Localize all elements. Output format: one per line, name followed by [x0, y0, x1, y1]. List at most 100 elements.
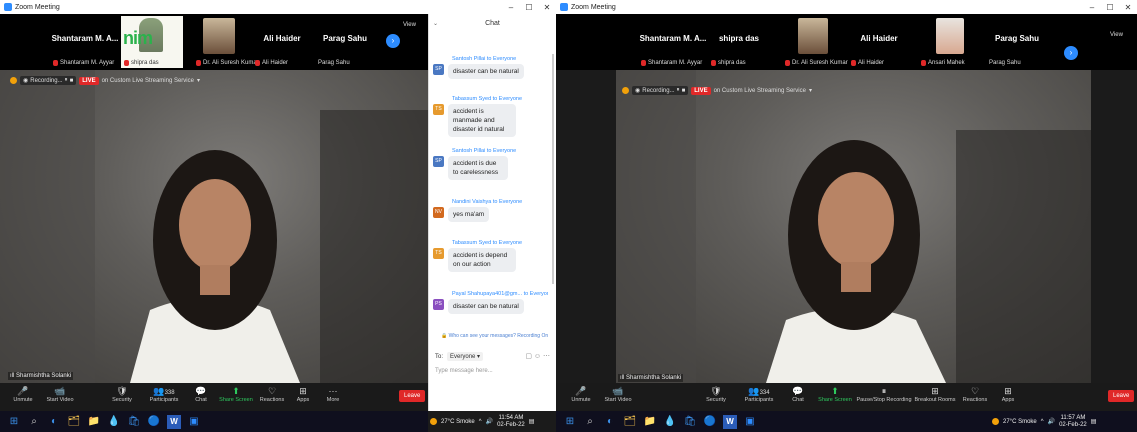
message-sender[interactable]: Tabassum Syed to Everyone: [433, 96, 548, 102]
security-button[interactable]: 🛡 Security: [696, 383, 736, 403]
participant-tile[interactable]: Ali Haider Ali Haider: [848, 16, 910, 68]
participant-tile[interactable]: Parag Sahu Parag Sahu: [986, 16, 1048, 68]
message-sender[interactable]: Santosh Pillai to Everyone: [433, 56, 548, 62]
chat-input[interactable]: Type message here...: [435, 368, 493, 374]
stop-icon[interactable]: ■: [70, 78, 74, 84]
recipient-dropdown[interactable]: Everyone ▾: [447, 352, 484, 361]
zoom-taskbar-icon[interactable]: ▣: [184, 411, 204, 432]
participant-tile[interactable]: Ali Haider Ali Haider: [252, 16, 312, 68]
notification-icon[interactable]: ▤: [1091, 418, 1097, 425]
notification-icon[interactable]: ▤: [529, 418, 535, 425]
live-service-label[interactable]: on Custom Live Streaming Service: [102, 78, 194, 84]
maximize-button[interactable]: ☐: [1101, 3, 1119, 12]
live-service-label[interactable]: on Custom Live Streaming Service: [714, 88, 806, 94]
leave-button[interactable]: Leave: [399, 390, 426, 402]
close-button[interactable]: ✕: [1119, 3, 1137, 12]
start-video-button[interactable]: 📹 Start Video: [598, 383, 638, 403]
message-sender[interactable]: Payal Shahupaya401@gm... to Everyone: [433, 291, 548, 297]
next-page-chevron-icon[interactable]: ›: [1064, 46, 1078, 60]
share-screen-button[interactable]: ⬆ Share Screen: [216, 383, 256, 403]
chevron-down-icon[interactable]: ⌄: [433, 14, 438, 34]
minimize-button[interactable]: –: [1083, 3, 1101, 12]
maximize-button[interactable]: ☐: [520, 3, 538, 12]
weather-text[interactable]: 27°C Smoke: [1003, 419, 1037, 425]
tray-chevron-icon[interactable]: ^: [1041, 419, 1044, 425]
weather-text[interactable]: 27°C Smoke: [441, 419, 475, 425]
participant-tile[interactable]: shipra das shipra das: [708, 16, 770, 68]
word-icon[interactable]: W: [167, 414, 181, 429]
breakout-rooms-button[interactable]: ⊞ Breakout Rooms: [912, 383, 958, 403]
water-drop-icon[interactable]: 💧: [660, 411, 680, 432]
file-icon[interactable]: ▢: [525, 353, 532, 360]
chevron-down-icon[interactable]: ▾: [809, 87, 812, 94]
view-button[interactable]: View: [403, 22, 416, 28]
word-icon[interactable]: W: [723, 414, 737, 429]
zoom-taskbar-icon[interactable]: ▣: [740, 411, 760, 432]
store-icon[interactable]: 🛍: [680, 411, 700, 432]
message-sender[interactable]: Santosh Pillai to Everyone: [433, 148, 548, 154]
reactions-button[interactable]: ♡ Reactions: [958, 383, 992, 403]
apps-button[interactable]: ⊞ Apps: [288, 383, 318, 403]
participant-tile[interactable]: Ansari Mahek: [918, 16, 980, 68]
reactions-button[interactable]: ♡ Reactions: [256, 383, 288, 403]
minimize-button[interactable]: –: [502, 3, 520, 12]
folder-icon[interactable]: 📁: [84, 411, 104, 432]
stop-icon[interactable]: ■: [682, 88, 686, 94]
more-icon[interactable]: ⋯: [543, 353, 550, 360]
folder-icon[interactable]: 📁: [640, 411, 660, 432]
pause-icon[interactable]: ⏸: [677, 87, 680, 94]
participants-button[interactable]: 👥334 Participants: [736, 383, 782, 403]
pause-recording-button[interactable]: ⏸ Pause/Stop Recording: [856, 383, 912, 403]
view-button[interactable]: View: [1110, 32, 1123, 38]
participant-tile[interactable]: nim shipra das: [121, 16, 183, 68]
store-icon[interactable]: 🛍: [124, 411, 144, 432]
more-button[interactable]: ··· More: [318, 383, 348, 403]
participant-tile[interactable]: Shantaram M. A... Shantaram M. Ayyar: [638, 16, 708, 68]
chat-button[interactable]: 💬 Chat: [186, 383, 216, 403]
tray-chevron-icon[interactable]: ^: [479, 419, 482, 425]
pause-icon[interactable]: ⏸: [65, 77, 68, 84]
chrome-icon[interactable]: 🔵: [700, 411, 720, 432]
start-video-button[interactable]: 📹 Start Video: [40, 383, 80, 403]
chat-button[interactable]: 💬 Chat: [782, 383, 814, 403]
recording-indicator[interactable]: ◉ Recording... ⏸ ■: [20, 76, 77, 85]
share-screen-button[interactable]: ⬆ Share Screen: [814, 383, 856, 403]
water-drop-icon[interactable]: 💧: [104, 411, 124, 432]
chrome-icon[interactable]: 🔵: [144, 411, 164, 432]
live-badge[interactable]: LIVE: [79, 76, 99, 85]
next-page-chevron-icon[interactable]: ›: [386, 34, 400, 48]
clock-date[interactable]: 02-Feb-22: [497, 422, 525, 429]
search-icon[interactable]: ⌕: [24, 411, 44, 432]
unmute-button[interactable]: 🎤 Unmute: [564, 383, 598, 403]
clock-time[interactable]: 11:54 AM: [498, 415, 523, 422]
chat-scrollbar[interactable]: [552, 54, 554, 284]
participants-button[interactable]: 👥338 Participants: [142, 383, 186, 403]
chevron-down-icon[interactable]: ▾: [197, 77, 200, 84]
message-sender[interactable]: Nandini Vaishya to Everyone: [433, 199, 548, 205]
recording-indicator[interactable]: ◉ Recording... ⏸ ■: [632, 86, 689, 95]
file-manager-icon[interactable]: 🗂: [64, 411, 84, 432]
close-button[interactable]: ✕: [538, 3, 556, 12]
participant-tile[interactable]: Dr. Ali Suresh Kumar: [782, 16, 848, 68]
security-button[interactable]: 🛡 Security: [102, 383, 142, 403]
emoji-icon[interactable]: ☺: [534, 353, 541, 360]
message-sender[interactable]: Tabassum Syed to Everyone: [433, 240, 548, 246]
participant-tile[interactable]: Shantaram M. A... Shantaram M. Ayyar: [50, 16, 120, 68]
clock-time[interactable]: 11:57 AM: [1060, 415, 1085, 422]
unmute-button[interactable]: 🎤 Unmute: [6, 383, 40, 403]
speaker-icon[interactable]: 🔊: [486, 418, 493, 425]
search-icon[interactable]: ⌕: [580, 411, 600, 432]
shield-icon: 🛡: [116, 386, 128, 396]
edge-browser-icon[interactable]: ◐: [44, 411, 64, 432]
participant-tile[interactable]: Dr. Ali Suresh Kumar: [193, 16, 259, 68]
leave-button[interactable]: Leave: [1108, 390, 1135, 402]
edge-browser-icon[interactable]: ◐: [600, 411, 620, 432]
speaker-icon[interactable]: 🔊: [1048, 418, 1055, 425]
live-badge[interactable]: LIVE: [691, 86, 711, 95]
clock-date[interactable]: 02-Feb-22: [1059, 422, 1087, 429]
windows-start-icon[interactable]: ⊞: [560, 411, 580, 432]
apps-button[interactable]: ⊞ Apps: [992, 383, 1024, 403]
windows-start-icon[interactable]: ⊞: [4, 411, 24, 432]
participant-tile[interactable]: Parag Sahu Parag Sahu: [315, 16, 375, 68]
file-manager-icon[interactable]: 🗂: [620, 411, 640, 432]
